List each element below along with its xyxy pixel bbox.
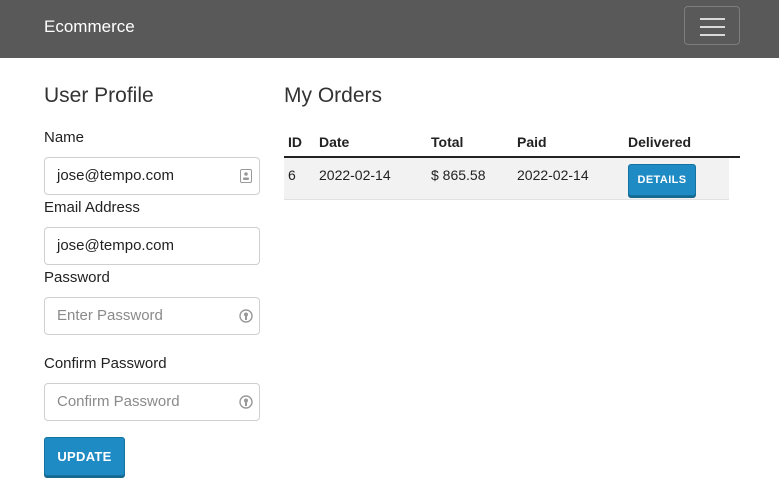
- column-header-total: Total: [427, 127, 513, 158]
- name-field[interactable]: jose@tempo.com: [44, 157, 260, 195]
- password-manager-icon: [239, 309, 253, 323]
- update-button[interactable]: Update: [44, 437, 125, 476]
- brand-link[interactable]: Ecommerce: [44, 17, 135, 37]
- contact-card-icon: [240, 169, 252, 183]
- password-field[interactable]: Enter Password: [44, 297, 260, 335]
- name-label: Name: [44, 129, 85, 146]
- order-date: 2022-02-14: [315, 157, 427, 200]
- navbar: Ecommerce: [0, 0, 779, 58]
- email-field[interactable]: jose@tempo.com: [44, 227, 260, 265]
- orders-table: ID Date Total Paid Delivered 6 2022-02-1…: [284, 127, 729, 200]
- user-profile-title: User Profile: [44, 84, 154, 107]
- navbar-toggler-button[interactable]: [684, 6, 740, 45]
- table-row: 6 2022-02-14 $ 865.58 2022-02-14 Details: [284, 157, 729, 200]
- column-header-date: Date: [315, 127, 427, 158]
- column-header-id: ID: [284, 127, 315, 158]
- confirm-password-label: Confirm Password: [44, 355, 167, 372]
- email-label: Email Address: [44, 199, 140, 216]
- column-header-delivered: Delivered: [624, 127, 729, 158]
- password-manager-icon: [239, 395, 253, 409]
- confirm-password-field[interactable]: Confirm Password: [44, 383, 260, 421]
- order-paid: 2022-02-14: [513, 157, 624, 200]
- order-total: $ 865.58: [427, 157, 513, 200]
- my-orders-title: My Orders: [284, 84, 383, 107]
- hamburger-icon: [700, 18, 725, 20]
- table-header-rule: [729, 156, 740, 158]
- column-header-paid: Paid: [513, 127, 624, 158]
- password-label: Password: [44, 269, 110, 286]
- order-delivered-cell: Details: [624, 157, 729, 200]
- order-id: 6: [284, 157, 315, 200]
- details-button[interactable]: Details: [628, 164, 696, 196]
